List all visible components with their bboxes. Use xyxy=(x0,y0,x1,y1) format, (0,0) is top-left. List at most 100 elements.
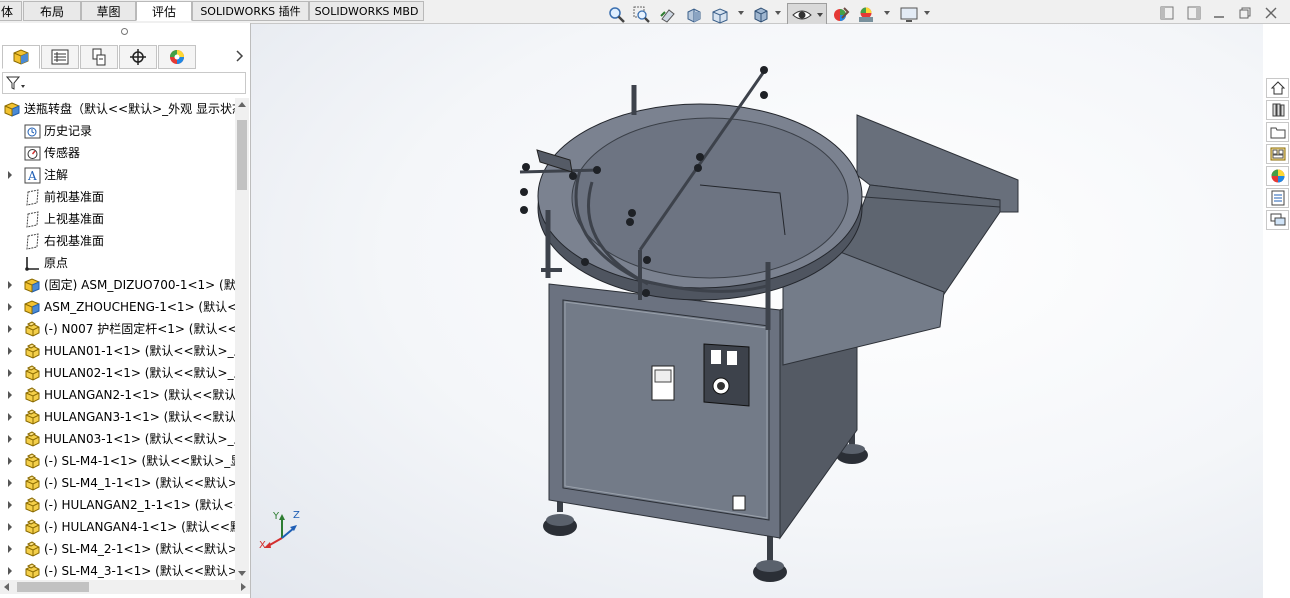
custom-properties-icon[interactable] xyxy=(1266,188,1289,208)
view-settings-dropdown[interactable] xyxy=(924,11,930,15)
view-palette-icon[interactable] xyxy=(1266,144,1289,164)
rotary-table-model[interactable] xyxy=(251,24,1263,598)
tree-item[interactable]: 历史记录 xyxy=(0,120,235,142)
tree-item[interactable]: (-) SL-M4-1<1> (默认<<默认>_显 xyxy=(0,450,235,472)
design-library-icon[interactable] xyxy=(1266,100,1289,120)
view-orientation-icon[interactable] xyxy=(710,4,730,26)
zoom-to-area-icon[interactable] xyxy=(632,4,652,26)
tab-solidworks-mbd[interactable]: SOLIDWORKS MBD xyxy=(309,1,424,21)
expand-arrow-icon[interactable] xyxy=(8,479,12,487)
appearances-icon[interactable] xyxy=(1266,166,1289,186)
edit-appearance-icon[interactable] xyxy=(831,4,851,26)
featuremanager-tree-icon[interactable] xyxy=(2,45,40,69)
tree-item[interactable]: HULAN02-1<1> (默认<<默认>_显 xyxy=(0,362,235,384)
display-style-icon[interactable] xyxy=(751,4,771,26)
expand-arrow-icon[interactable] xyxy=(8,369,12,377)
tree-item-label: 注解 xyxy=(44,168,69,182)
tab-solidworks-addins[interactable]: SOLIDWORKS 插件 xyxy=(192,1,309,21)
previous-view-icon[interactable] xyxy=(658,4,678,26)
expand-arrow-icon[interactable] xyxy=(8,391,12,399)
close-icon[interactable] xyxy=(1264,6,1280,22)
scroll-right-icon[interactable] xyxy=(241,583,246,591)
scroll-left-icon[interactable] xyxy=(4,583,9,591)
tree-item[interactable]: A 注解 xyxy=(0,164,235,186)
tree-item-label: ASM_ZHOUCHENG-1<1> (默认< xyxy=(44,300,235,314)
tree-item-label: (-) SL-M4-1<1> (默认<<默认>_显 xyxy=(44,454,235,468)
tree-item[interactable]: (-) SL-M4_3-1<1> (默认<<默认> xyxy=(0,560,235,580)
expand-arrow-icon[interactable] xyxy=(8,545,12,553)
tree-horizontal-scrollbar[interactable] xyxy=(0,580,250,594)
tree-item-label: HULAN03-1<1> (默认<<默认>_显 xyxy=(44,432,235,446)
tree-item[interactable]: HULAN01-1<1> (默认<<默认>_显 xyxy=(0,340,235,362)
expand-arrow-icon[interactable] xyxy=(8,523,12,531)
view-settings-icon[interactable] xyxy=(898,4,920,26)
tree-item[interactable]: 原点 xyxy=(0,252,235,274)
tile-window-icon[interactable] xyxy=(1160,6,1176,22)
graphics-area[interactable]: X Y Z xyxy=(251,24,1263,598)
filter-icon[interactable] xyxy=(5,76,26,93)
tree-item[interactable]: ASM_ZHOUCHENG-1<1> (默认< xyxy=(0,296,235,318)
tile-window-2-icon[interactable] xyxy=(1187,6,1203,22)
forum-icon[interactable] xyxy=(1266,210,1289,230)
tree-item[interactable]: 传感器 xyxy=(0,142,235,164)
minimize-icon[interactable] xyxy=(1212,6,1228,22)
file-explorer-icon[interactable] xyxy=(1266,122,1289,142)
expand-arrow-icon[interactable] xyxy=(8,435,12,443)
scroll-up-icon[interactable] xyxy=(238,102,246,107)
tab-sketch[interactable]: 草图 xyxy=(81,1,136,21)
part-icon xyxy=(24,387,41,404)
expand-arrow-icon[interactable] xyxy=(8,171,12,179)
expand-arrow-icon[interactable] xyxy=(8,281,12,289)
part-icon xyxy=(24,541,41,558)
apply-scene-dropdown[interactable] xyxy=(884,11,890,15)
tab-layout[interactable]: 布局 xyxy=(23,1,81,21)
tree-item[interactable]: 前视基准面 xyxy=(0,186,235,208)
panel-collapse-handle[interactable] xyxy=(121,28,128,35)
svg-text:A: A xyxy=(27,169,37,183)
property-manager-icon[interactable] xyxy=(41,45,79,69)
display-style-dropdown[interactable] xyxy=(775,11,781,15)
part-icon xyxy=(24,431,41,448)
dimxpert-manager-icon[interactable] xyxy=(119,45,157,69)
tree-item-label: (-) HULANGAN2_1-1<1> (默认<< xyxy=(44,498,235,512)
tree-item[interactable]: 上视基准面 xyxy=(0,208,235,230)
tree-item[interactable]: 送瓶转盘（默认<<默认>_外观 显示状态 xyxy=(0,98,235,120)
restore-icon[interactable] xyxy=(1238,6,1254,22)
expand-arrow-icon[interactable] xyxy=(8,567,12,575)
tree-item[interactable]: (固定) ASM_DIZUO700-1<1> (默认 xyxy=(0,274,235,296)
tab-body[interactable]: 体 xyxy=(0,1,22,21)
chevron-right-icon[interactable] xyxy=(236,50,244,65)
tab-evaluate[interactable]: 评估 xyxy=(136,1,192,21)
tree-item[interactable]: (-) N007 护栏固定杆<1> (默认<< xyxy=(0,318,235,340)
solidworks-resources-icon[interactable] xyxy=(1266,78,1289,98)
horizontal-scroll-thumb[interactable] xyxy=(17,582,89,592)
tree-item[interactable]: (-) SL-M4_1-1<1> (默认<<默认> xyxy=(0,472,235,494)
expand-arrow-icon[interactable] xyxy=(8,303,12,311)
expand-arrow-icon[interactable] xyxy=(8,347,12,355)
apply-scene-icon[interactable] xyxy=(856,4,876,26)
tree-item-label: 右视基准面 xyxy=(44,234,105,248)
display-manager-icon[interactable] xyxy=(158,45,196,69)
part-icon xyxy=(24,563,41,580)
expand-arrow-icon[interactable] xyxy=(8,501,12,509)
configuration-manager-icon[interactable] xyxy=(80,45,118,69)
view-orientation-dropdown[interactable] xyxy=(738,11,744,15)
tree-item[interactable]: 右视基准面 xyxy=(0,230,235,252)
section-view-icon[interactable] xyxy=(684,4,704,26)
zoom-to-fit-icon[interactable] xyxy=(607,4,627,26)
tree-filter-field[interactable] xyxy=(2,72,246,94)
history-icon xyxy=(24,123,41,140)
expand-arrow-icon[interactable] xyxy=(8,457,12,465)
tree-item[interactable]: HULAN03-1<1> (默认<<默认>_显 xyxy=(0,428,235,450)
tree-item[interactable]: HULANGAN2-1<1> (默认<<默认 xyxy=(0,384,235,406)
expand-arrow-icon[interactable] xyxy=(8,413,12,421)
tree-item[interactable]: HULANGAN3-1<1> (默认<<默认 xyxy=(0,406,235,428)
tree-vertical-scrollbar[interactable] xyxy=(235,98,249,580)
tree-item[interactable]: (-) HULANGAN4-1<1> (默认<<默 xyxy=(0,516,235,538)
scroll-down-icon[interactable] xyxy=(238,571,246,576)
expand-arrow-icon[interactable] xyxy=(8,325,12,333)
tree-item-label: 历史记录 xyxy=(44,124,93,138)
tree-item[interactable]: (-) SL-M4_2-1<1> (默认<<默认> xyxy=(0,538,235,560)
vertical-scroll-thumb[interactable] xyxy=(237,120,247,190)
tree-item[interactable]: (-) HULANGAN2_1-1<1> (默认<< xyxy=(0,494,235,516)
